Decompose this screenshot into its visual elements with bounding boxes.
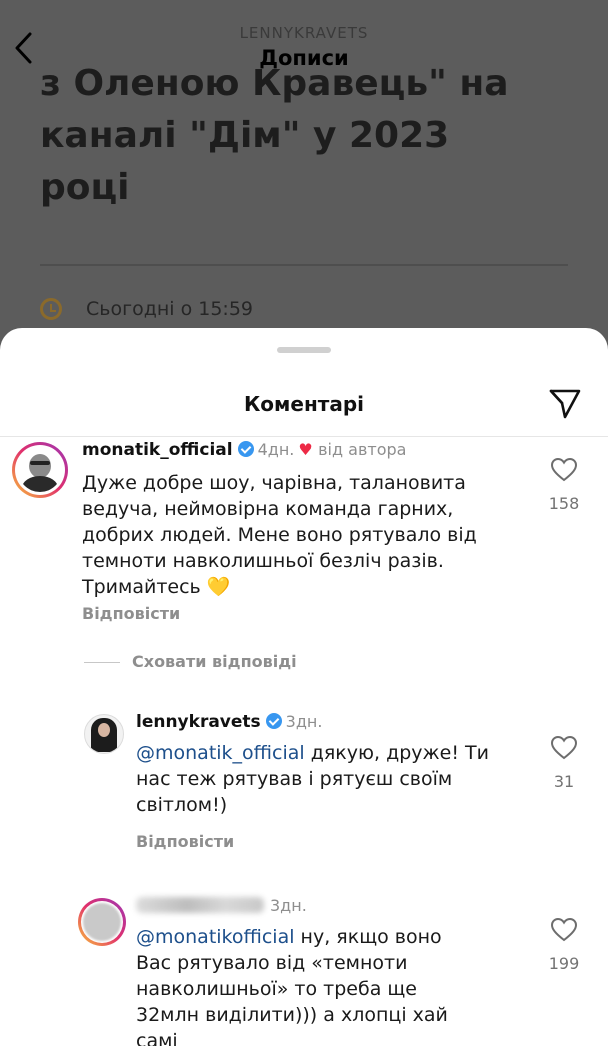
comment-username[interactable]: lennykravets (136, 712, 261, 732)
sheet-title: Коментарі (243, 392, 365, 416)
comment-time: 3дн. (285, 712, 323, 731)
comment-item: monatik_official 4дн. ♥ від автора Дуже до… (0, 436, 608, 676)
heart-icon: ♥ (298, 440, 313, 459)
hide-replies-line (84, 662, 120, 663)
article-divider (40, 264, 568, 266)
avatar[interactable] (78, 898, 126, 946)
heart-outline-icon[interactable] (551, 918, 577, 942)
page-title: Дописи (259, 46, 349, 70)
mention-link[interactable]: @monatikofficial (136, 926, 295, 948)
comments-sheet: Коментарі monatik_official 4дн. ♥ від авто… (0, 328, 608, 1046)
mention-link[interactable]: @monatik_official (136, 742, 305, 764)
post-time: Сьогодні о 15:59 (86, 298, 253, 320)
share-icon[interactable] (548, 388, 582, 424)
article-heading: з Оленою Кравець" на каналі "Дім" у 2023… (40, 63, 509, 208)
reply-button[interactable]: Відповісти (82, 604, 180, 623)
clock-icon (40, 298, 62, 320)
top-bar: LENNYKRAVETS Дописи (0, 0, 608, 80)
verified-icon (237, 441, 254, 457)
comment-item: 3дн. @monatikofficial ну, якщо воно Вас … (0, 896, 608, 1046)
comment-username[interactable]: monatik_official (82, 440, 233, 460)
hide-replies-label: Сховати відповіді (132, 652, 297, 671)
account-name: LENNYKRAVETS (239, 24, 369, 42)
avatar[interactable] (84, 714, 124, 754)
comment-text: @monatikofficial ну, якщо воно Вас рятув… (136, 924, 466, 1046)
comment-item: lennykravets 3дн. @monatik_official дякую… (0, 712, 608, 862)
like-count: 31 (553, 772, 575, 791)
comment-time: 3дн. (270, 896, 307, 915)
like-count: 158 (548, 494, 580, 513)
heart-outline-icon[interactable] (551, 736, 577, 760)
like-count: 199 (548, 954, 580, 973)
comment-text: Дуже добре шоу, чарівна, талановита веду… (82, 472, 477, 598)
heart-outline-icon[interactable] (551, 458, 577, 482)
comment-time: 4дн. (257, 440, 295, 459)
reply-button[interactable]: Відповісти (136, 832, 234, 851)
avatar[interactable] (12, 442, 68, 498)
author-badge: від автора (318, 440, 407, 459)
verified-icon (265, 713, 282, 729)
sheet-grabber[interactable] (277, 347, 331, 353)
blurred-username (136, 897, 264, 913)
hide-replies-button[interactable]: Сховати відповіді (84, 652, 297, 671)
comment-text: @monatik_official дякую, друже! Ти нас т… (136, 740, 504, 818)
